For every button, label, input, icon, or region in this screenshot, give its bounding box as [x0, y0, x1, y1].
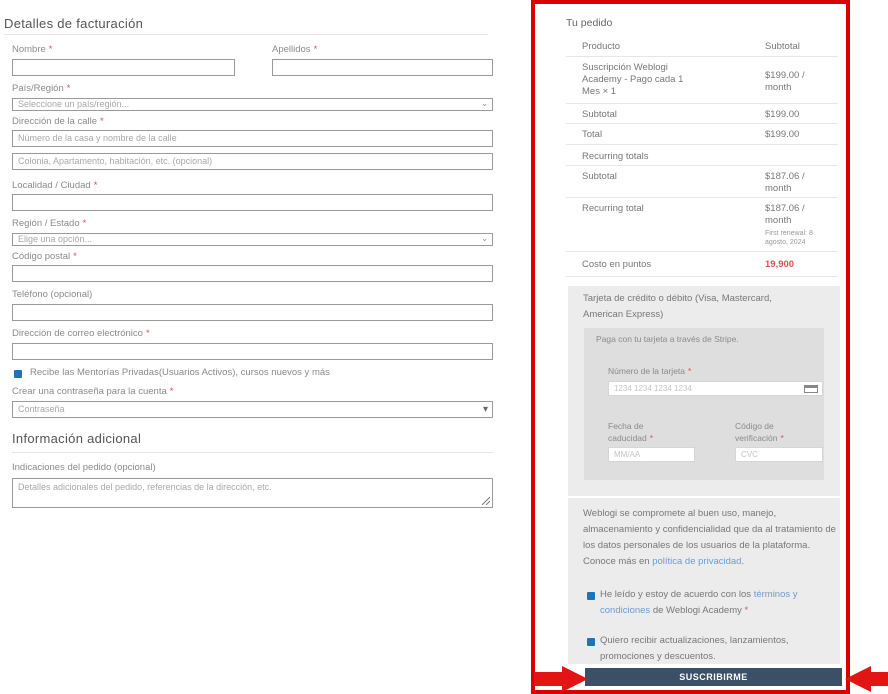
email-label: Dirección de correo electrónico *: [12, 328, 150, 339]
privacy-policy-link[interactable]: política de privacidad: [652, 556, 741, 567]
street2-input[interactable]: Colonia, Apartamento, habitación, etc. (…: [12, 153, 493, 170]
arrow-stem-right: [869, 672, 888, 686]
arrow-stem-left: [534, 672, 564, 686]
first-name-label: Nombre *: [12, 44, 53, 55]
country-select[interactable]: Seleccione un país/región... ⌄: [12, 98, 493, 111]
country-label: País/Región *: [12, 83, 71, 94]
updates-label: Quiero recibir actualizaciones, lanzamie…: [600, 635, 789, 662]
arrow-right-icon: [562, 666, 588, 692]
payment-method-label: Tarjeta de crédito o débito (Visa, Maste…: [583, 293, 772, 320]
postcode-input[interactable]: [12, 265, 493, 282]
last-name-label: Apellidos *: [272, 44, 318, 55]
credit-card-icon: [804, 385, 818, 393]
recurring-totals-heading: Recurring totals: [582, 151, 649, 162]
phone-label: Teléfono (opcional): [12, 289, 93, 300]
divider: [566, 123, 838, 124]
order-title: Tu pedido: [566, 17, 613, 29]
card-number-input[interactable]: 1234 1234 1234 1234: [608, 381, 823, 396]
email-input[interactable]: [12, 343, 493, 360]
expiry-input[interactable]: MM/AA: [608, 447, 695, 462]
col-subtotal-header: Subtotal: [765, 41, 800, 52]
divider: [566, 197, 838, 198]
recurring-total-label: Recurring total: [582, 203, 644, 214]
first-renewal-note: First renewal: 8 agosto, 2024: [765, 230, 813, 246]
divider: [566, 165, 838, 166]
order-notes-textarea[interactable]: Detalles adicionales del pedido, referen…: [12, 478, 493, 508]
divider: [12, 452, 493, 453]
arrow-left-icon: [845, 666, 871, 692]
card-number-label: Número de la tarjeta *: [608, 366, 692, 376]
recurring-subtotal-value: $187.06 / month: [765, 171, 805, 194]
cvc-label: Código de verificación *: [735, 421, 784, 443]
divider: [566, 56, 838, 57]
order-notes-label: Indicaciones del pedido (opcional): [12, 462, 156, 473]
expiry-label: Fecha de caducidad *: [608, 421, 654, 443]
newsletter-checkbox[interactable]: [14, 370, 22, 378]
updates-checkbox[interactable]: [587, 638, 595, 646]
newsletter-label: Recibe las Mentorías Privadas(Usuarios A…: [30, 367, 330, 378]
first-name-input[interactable]: [12, 59, 235, 76]
chevron-down-icon: ▾: [482, 404, 488, 415]
points-label: Costo en puntos: [582, 259, 652, 270]
divider: [4, 34, 488, 35]
city-label: Localidad / Ciudad *: [12, 180, 98, 191]
points-value: 19,900: [765, 259, 795, 270]
divider: [566, 276, 838, 277]
password-input[interactable]: Contraseña ▾: [12, 401, 493, 418]
subtotal-label: Subtotal: [582, 109, 617, 120]
chevron-down-icon: ⌄: [481, 234, 488, 243]
recurring-subtotal-label: Subtotal: [582, 171, 617, 182]
terms-checkbox[interactable]: [587, 592, 595, 600]
subtotal-value: $199.00: [765, 109, 800, 120]
postcode-label: Código postal *: [12, 251, 77, 262]
order-item-price: $199.00 / month: [765, 70, 805, 93]
divider: [566, 251, 838, 252]
order-item-name: Suscripción Weblogi Academy - Pago cada …: [582, 62, 684, 97]
state-select[interactable]: Elige una opción... ⌄: [12, 233, 493, 246]
street-label: Dirección de la calle *: [12, 116, 104, 127]
cvc-input[interactable]: CVC: [735, 447, 823, 462]
total-label: Total: [582, 129, 603, 140]
password-label: Crear una contraseña para la cuenta *: [12, 386, 174, 397]
street-input[interactable]: Número de la casa y nombre de la calle: [12, 130, 493, 147]
resize-grip-icon[interactable]: [480, 495, 490, 505]
privacy-text: Weblogi se compromete al buen uso, manej…: [583, 508, 836, 567]
subscribe-button[interactable]: SUSCRIBIRME: [585, 668, 842, 686]
total-value: $199.00: [765, 129, 800, 140]
phone-input[interactable]: [12, 304, 493, 321]
stripe-note: Paga con tu tarjeta a través de Stripe.: [596, 334, 739, 344]
divider: [566, 103, 838, 104]
additional-info-title: Información adicional: [12, 431, 142, 446]
city-input[interactable]: [12, 194, 493, 211]
state-label: Región / Estado *: [12, 218, 87, 229]
recurring-total-value: $187.06 / month: [765, 203, 805, 226]
col-product-header: Producto: [582, 41, 621, 52]
terms-label: He leído y estoy de acuerdo con los térm…: [600, 589, 798, 616]
billing-title: Detalles de facturación: [4, 16, 144, 31]
chevron-down-icon: ⌄: [481, 99, 488, 108]
divider: [566, 144, 838, 145]
last-name-input[interactable]: [272, 59, 493, 76]
